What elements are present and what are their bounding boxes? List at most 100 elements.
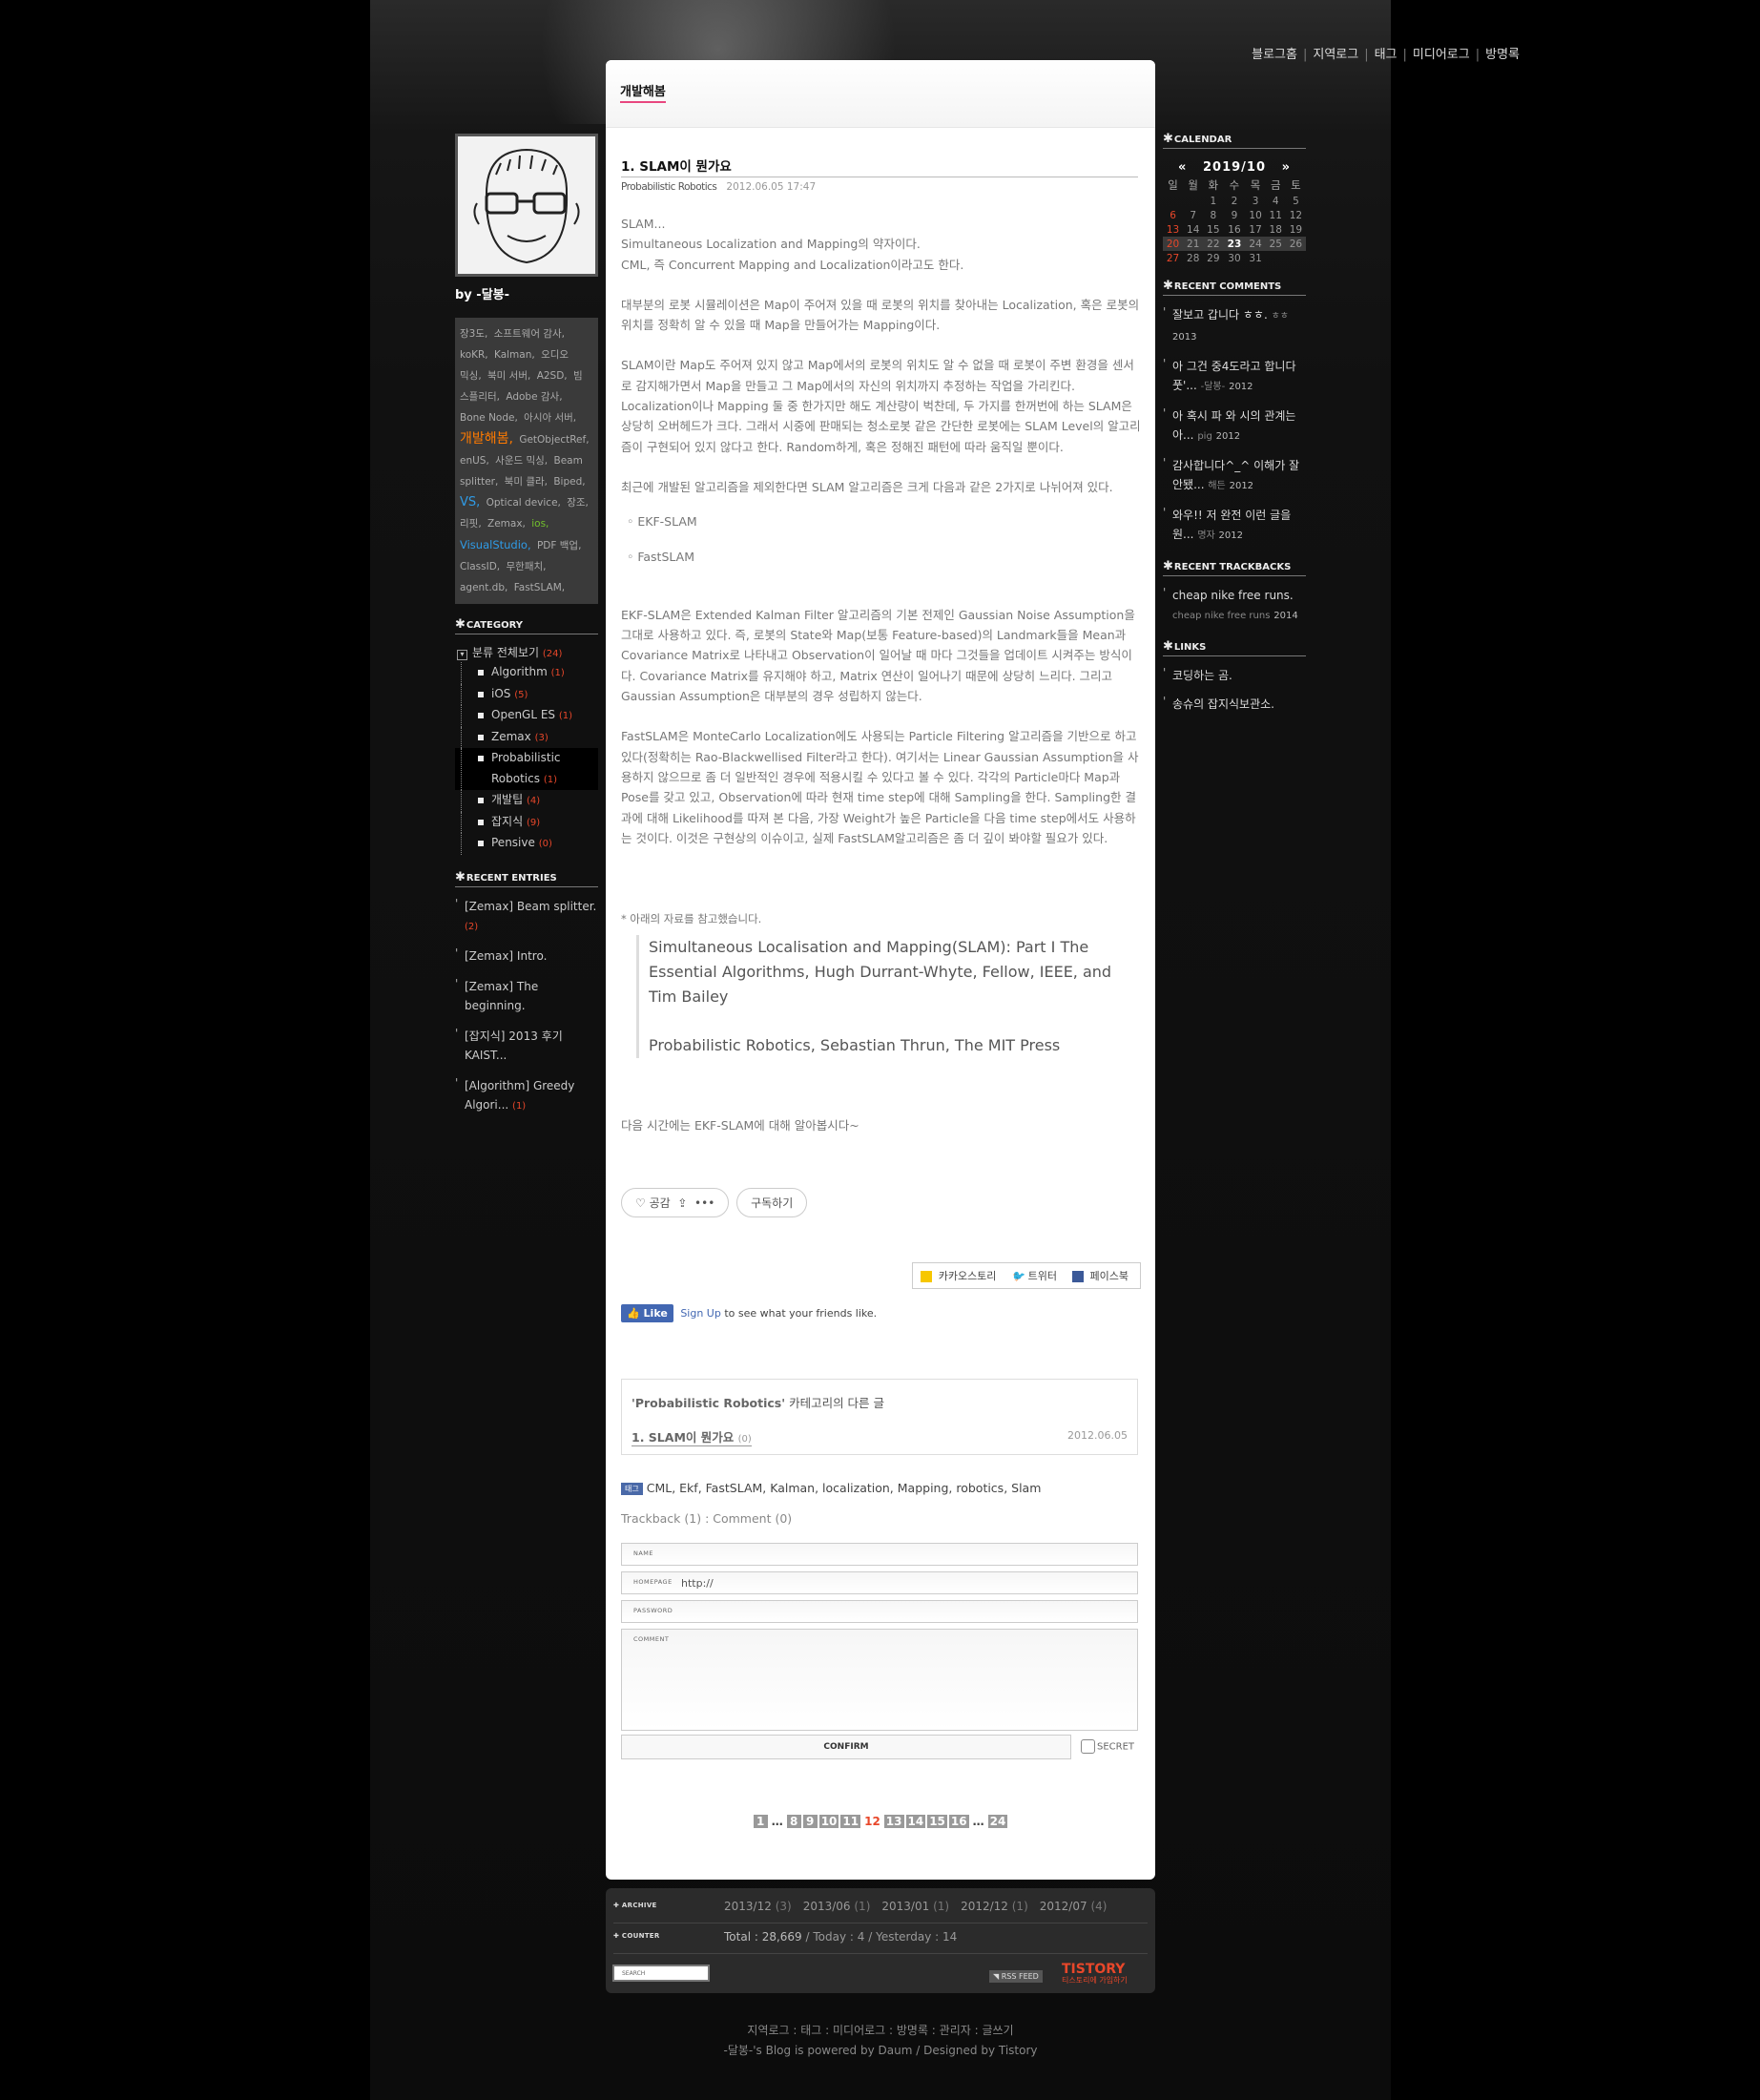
calendar-day[interactable]: 11 xyxy=(1266,208,1286,222)
calendar-prev-button[interactable]: « xyxy=(1178,160,1187,175)
calendar-day[interactable]: 5 xyxy=(1286,194,1306,208)
category-item[interactable]: OpenGL ES (1) xyxy=(455,705,598,727)
tag-link[interactable]: 리핏, xyxy=(460,518,482,530)
confirm-button[interactable]: CONFIRM xyxy=(621,1735,1071,1759)
calendar-day[interactable]: 20 xyxy=(1163,237,1184,251)
page-link[interactable]: 10 xyxy=(818,1815,839,1828)
share-icon[interactable]: ⇪ xyxy=(677,1196,687,1210)
category-item[interactable]: iOS (5) xyxy=(455,683,598,706)
blog-link[interactable]: 송슈의 잡지식보관소. xyxy=(1163,692,1306,714)
category-item[interactable]: 잡지식 (9) xyxy=(455,811,598,834)
calendar-day[interactable]: 12 xyxy=(1286,208,1306,222)
homepage-field[interactable]: HOMEPAGE http:// xyxy=(621,1571,1138,1594)
archive-link[interactable]: 2013/06 (1) xyxy=(803,1900,871,1913)
tag-link[interactable]: PDF 백업, xyxy=(537,540,581,551)
like-button[interactable]: ♡ 공감 ⇪ ••• xyxy=(621,1188,730,1217)
collapse-icon[interactable]: ▾ xyxy=(457,650,467,660)
calendar-day[interactable]: 18 xyxy=(1266,222,1286,237)
recent-entry[interactable]: [Zemax] Beam splitter. (2) xyxy=(455,894,598,937)
tag-link[interactable]: 아시아 서버, xyxy=(524,412,576,424)
calendar-day[interactable]: 27 xyxy=(1163,251,1183,265)
post-category[interactable]: Probabilistic Robotics xyxy=(621,181,717,193)
rss-feed-button[interactable]: ◥ RSS FEED xyxy=(989,1970,1043,1983)
tistory-logo[interactable]: TISTORY 티스토리에 가입하기 xyxy=(1062,1963,1128,1986)
calendar-day[interactable]: 4 xyxy=(1266,194,1286,208)
blog-title[interactable]: 개발해봄 xyxy=(620,81,666,103)
tag-link[interactable]: Kalman, xyxy=(494,349,535,361)
checkbox-icon[interactable] xyxy=(1080,1739,1095,1754)
tag-link[interactable]: agent.db, xyxy=(460,582,507,593)
tag-link[interactable]: ClassID, xyxy=(460,561,500,572)
recent-comment[interactable]: 잘보고 갑니다 ㅎㅎ. ㅎㅎ 2013 xyxy=(1163,302,1306,347)
tag-link[interactable]: Biped, xyxy=(553,476,585,488)
calendar-day[interactable]: 21 xyxy=(1183,237,1204,251)
page-link[interactable]: 9 xyxy=(802,1815,818,1828)
category-item[interactable]: Pensive (0) xyxy=(455,833,598,855)
calendar-day[interactable]: 10 xyxy=(1246,208,1266,222)
calendar-day[interactable]: 29 xyxy=(1203,251,1223,265)
page-link[interactable]: 16 xyxy=(948,1815,969,1828)
calendar-day[interactable]: 2 xyxy=(1223,194,1245,208)
recent-comment[interactable]: 아 혹시 파 와 시의 관계는 아... pig 2012 xyxy=(1163,404,1306,447)
calendar-day[interactable]: 16 xyxy=(1223,222,1245,237)
calendar-day[interactable]: 25 xyxy=(1265,237,1286,251)
tag-link[interactable]: 사운드 믹싱, xyxy=(495,455,548,467)
page-link[interactable]: 24 xyxy=(987,1815,1008,1828)
recent-entry[interactable]: [Algorithm] Greedy Algori... (1) xyxy=(455,1073,598,1116)
page-link[interactable]: 12 xyxy=(862,1815,882,1828)
password-field[interactable]: PASSWORD xyxy=(621,1600,1138,1623)
page-link[interactable]: 13 xyxy=(883,1815,904,1828)
calendar-day[interactable]: 19 xyxy=(1286,222,1306,237)
tag-link[interactable]: ios, xyxy=(531,518,549,530)
page-link[interactable]: 15 xyxy=(927,1815,947,1828)
calendar-day[interactable]: 7 xyxy=(1183,208,1203,222)
tag-link[interactable]: 북미 서버, xyxy=(487,370,530,382)
calendar-day[interactable]: 26 xyxy=(1285,237,1306,251)
secret-checkbox[interactable]: SECRET xyxy=(1080,1739,1134,1754)
trackback-comment-link[interactable]: Trackback (1) : Comment (0) xyxy=(621,1511,792,1526)
nav-blog-home[interactable]: 블로그홈 xyxy=(1252,48,1297,62)
calendar-day[interactable]: 31 xyxy=(1246,251,1266,265)
recent-comment[interactable]: 감사합니다^_^ 이해가 잘 안됐... 해든 2012 xyxy=(1163,453,1306,496)
category-item[interactable]: Zemax (3) xyxy=(455,726,598,749)
tag-link[interactable]: 무한패치, xyxy=(507,561,547,572)
tag-link[interactable]: FastSLAM, xyxy=(514,582,565,593)
category-item[interactable]: Algorithm (1) xyxy=(455,662,598,684)
tag-link[interactable]: 소프트웨어 감사, xyxy=(494,328,565,340)
calendar-day[interactable]: 23 xyxy=(1223,237,1246,251)
kakaostory-share-button[interactable]: 카카오스토리 xyxy=(920,1270,1001,1282)
tag-link[interactable]: GetObjectRef, xyxy=(519,434,589,446)
tag-link[interactable]: 장3도, xyxy=(460,328,487,340)
tag-link[interactable]: Optical device, xyxy=(487,497,561,509)
archive-link[interactable]: 2012/12 (1) xyxy=(961,1900,1028,1913)
comment-textarea[interactable]: COMMENT xyxy=(621,1629,1138,1731)
calendar-day[interactable]: 14 xyxy=(1183,222,1203,237)
page-link[interactable]: 1 xyxy=(753,1815,768,1828)
subscribe-button[interactable]: 구독하기 xyxy=(736,1188,808,1217)
calendar-next-button[interactable]: » xyxy=(1282,160,1291,175)
calendar-day[interactable]: 9 xyxy=(1223,208,1245,222)
tag-link[interactable]: Adobe 감사, xyxy=(506,391,562,403)
calendar-day[interactable]: 22 xyxy=(1203,237,1224,251)
recent-trackback[interactable]: cheap nike free runs.cheap nike free run… xyxy=(1163,583,1306,626)
post-title[interactable]: 1. SLAM이 뭔가요 xyxy=(621,156,1138,177)
tag-link[interactable]: koKR, xyxy=(460,349,488,361)
page-link[interactable]: 8 xyxy=(786,1815,801,1828)
calendar-day[interactable]: 28 xyxy=(1183,251,1203,265)
calendar-day[interactable]: 24 xyxy=(1245,237,1266,251)
tag-link[interactable]: A2SD, xyxy=(537,370,568,382)
category-item[interactable]: 개발팁 (4) xyxy=(455,790,598,812)
recent-entry[interactable]: [잡지식] 2013 후기 KAIST... xyxy=(455,1024,598,1067)
search-input[interactable]: SEARCH xyxy=(612,1965,710,1982)
archive-link[interactable]: 2013/12 (3) xyxy=(724,1900,792,1913)
nav-guestbook[interactable]: 방명록 xyxy=(1485,48,1520,62)
calendar-day[interactable]: 17 xyxy=(1246,222,1266,237)
calendar-day[interactable]: 15 xyxy=(1203,222,1223,237)
blog-link[interactable]: 코딩하는 곰. xyxy=(1163,663,1306,685)
category-item[interactable]: Probabilistic Robotics (1) xyxy=(455,748,598,790)
tag-link[interactable]: Bone Node, xyxy=(460,412,518,424)
recent-entry[interactable]: [Zemax] Intro. xyxy=(455,944,598,967)
more-icon[interactable]: ••• xyxy=(694,1196,714,1210)
bottom-links[interactable]: 지역로그 : 태그 : 미디어로그 : 방명록 : 관리자 : 글쓰기 xyxy=(606,2021,1155,2041)
facebook-like-button[interactable]: 👍 Like xyxy=(621,1304,673,1322)
